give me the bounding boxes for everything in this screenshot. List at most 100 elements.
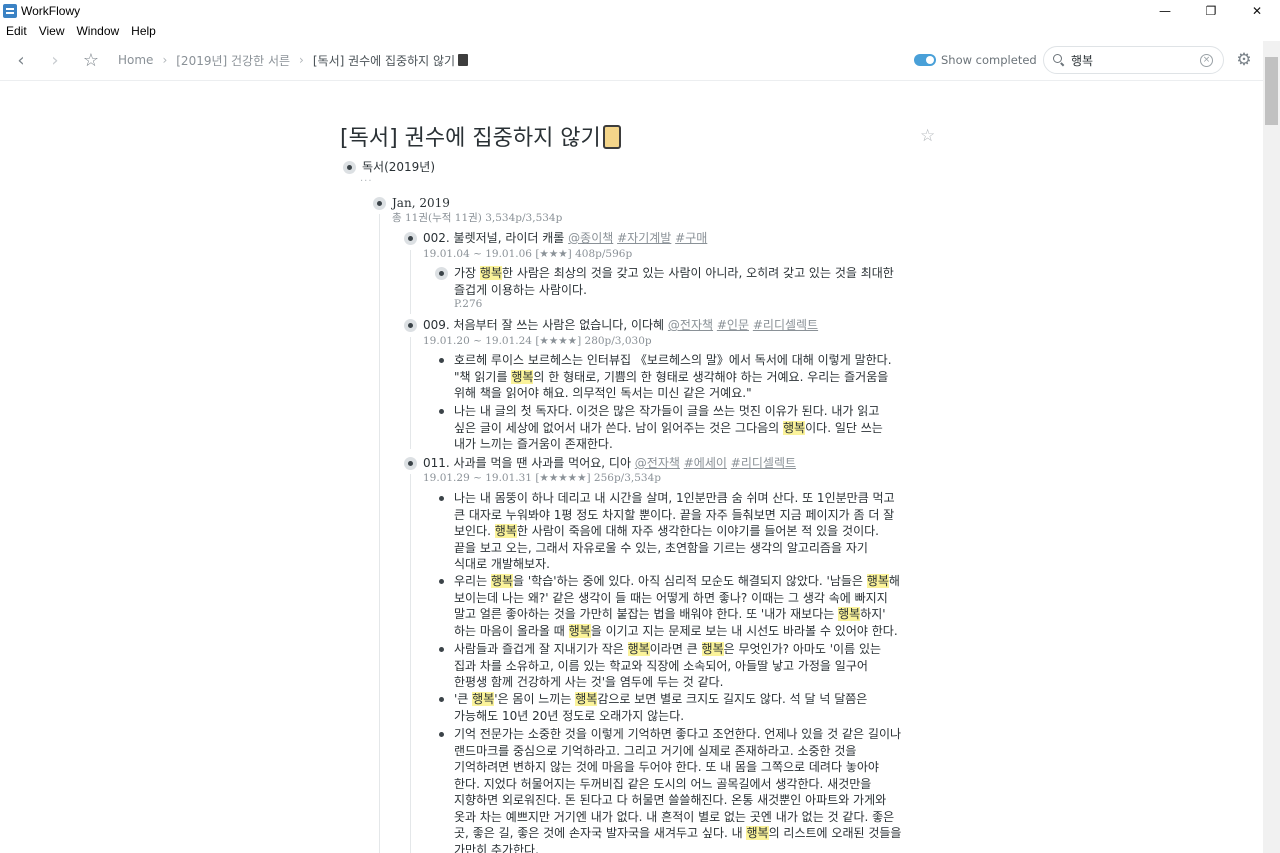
clear-search-icon[interactable]: × [1200, 54, 1213, 67]
bullet-icon[interactable] [439, 697, 444, 702]
bullet-icon[interactable] [404, 457, 417, 470]
quote-text: 이라면 큰 [649, 642, 702, 656]
search-highlight: 행복 [511, 369, 534, 384]
book-note[interactable]: 19.01.20 ~ 19.01.24 [★★★★] 280p/3,030p [423, 334, 652, 348]
outline-item-section[interactable]: 독서(2019년) [362, 159, 435, 176]
quote-item[interactable]: 나는 내 몸뚱이 하나 데리고 내 시간을 살며, 1인분만큼 숨 쉬며 산다.… [454, 490, 904, 573]
breadcrumb-current: [독서] 권수에 집중하지 않기 [312, 53, 456, 68]
breadcrumb-home[interactable]: Home [118, 53, 153, 67]
bullet-icon[interactable] [404, 232, 417, 245]
search-icon [1053, 54, 1065, 66]
menu-window[interactable]: Window [70, 24, 125, 38]
outline-item-book[interactable]: 009. 처음부터 잘 쓰는 사람은 없습니다, 이다혜 @전자책 #인문 #리… [423, 317, 818, 334]
quote-item[interactable]: 나는 내 글의 첫 독자다. 이것은 많은 작가들이 글을 쓰는 멋진 이유가 … [454, 403, 904, 453]
bullet-icon[interactable] [404, 319, 417, 332]
tag-link[interactable]: #구매 [675, 231, 707, 245]
back-arrow-icon[interactable]: ‹ [4, 45, 38, 75]
book-emoji-icon [602, 125, 621, 149]
bullet-icon[interactable] [439, 496, 444, 501]
search-highlight: 행복 [783, 420, 806, 435]
search-highlight: 행복 [746, 826, 769, 840]
outline-content: [독서] 권수에 집중하지 않기 ☆ 독서(2019년) ··· Jan, 20… [0, 82, 1262, 853]
search-highlight: 행복 [490, 574, 514, 588]
month-note[interactable]: 총 11권(누적 11권) 3,534p/3,534p [392, 211, 562, 225]
quote-item[interactable]: '큰 행복'은 몸이 느끼는 행복감으로 보면 별로 크지도 길지도 않다. 석… [454, 691, 904, 724]
quote-item[interactable]: 사람들과 즐겁게 잘 지내기가 작은 행복이라면 큰 행복은 무엇인가? 아마도… [454, 641, 904, 691]
quote-text: 사람들과 즐겁게 잘 지내기가 작은 [454, 642, 628, 656]
tag-link[interactable]: @전자책 [635, 456, 680, 470]
tag-link[interactable]: #에세이 [684, 456, 727, 470]
collapsed-notes-icon[interactable]: ··· [360, 176, 373, 187]
quote-text: 기억 전문가는 소중한 것을 이렇게 기억하면 좋다고 조언한다. 언제나 있을… [454, 727, 902, 840]
search-highlight: 행복 [627, 642, 650, 656]
show-completed-label: Show completed [941, 53, 1037, 67]
quote-text: 한 사람은 최상의 것을 갖고 있는 사람이 아니라, 오히려 갖고 있는 것을… [454, 266, 894, 297]
bullet-icon[interactable] [439, 579, 444, 584]
breadcrumb-separator-icon: › [299, 53, 304, 67]
book-title: 009. 처음부터 잘 쓰는 사람은 없습니다, 이다혜 [423, 318, 668, 332]
settings-gear-icon[interactable]: ⚙ [1235, 51, 1253, 69]
bullet-icon[interactable] [435, 267, 448, 280]
indent-guide [379, 214, 380, 853]
tag-link[interactable]: #자기계발 [617, 231, 671, 245]
bullet-icon[interactable] [439, 647, 444, 652]
menu-view[interactable]: View [33, 24, 71, 38]
book-title: 011. 사과를 먹을 땐 사과를 먹어요, 디아 [423, 456, 635, 470]
show-completed-toggle[interactable]: Show completed [914, 53, 1037, 67]
search-highlight: 행복 [472, 692, 495, 706]
vertical-scrollbar[interactable] [1263, 41, 1280, 853]
book-title: 002. 불렛저널, 라이더 캐롤 [423, 231, 569, 245]
search-input[interactable] [1071, 53, 1201, 67]
book-note[interactable]: 19.01.04 ~ 19.01.06 [★★★] 408p/596p [423, 247, 632, 261]
bullet-icon[interactable] [439, 358, 444, 363]
bullet-icon[interactable] [439, 732, 444, 737]
window-controls: — ❐ ✕ [1142, 0, 1280, 21]
quote-text: '큰 [454, 692, 473, 706]
star-icon[interactable]: ☆ [920, 126, 935, 146]
window-title: WorkFlowy [21, 3, 81, 18]
book-note[interactable]: 19.01.29 ~ 19.01.31 [★★★★★] 256p/3,534p [423, 471, 661, 485]
book-emoji-icon [458, 54, 469, 66]
quote-note[interactable]: P.276 [454, 297, 482, 311]
tag-link[interactable]: #리디셀렉트 [753, 318, 818, 332]
bullet-icon[interactable] [439, 409, 444, 414]
quote-text: 한 사람이 죽음에 대해 자주 생각한다는 이야기를 들어본 적 있을 것이다.… [454, 524, 879, 571]
quote-item[interactable]: 가장 행복한 사람은 최상의 것을 갖고 있는 사람이 아니라, 오히려 갖고 … [454, 265, 904, 298]
tag-link[interactable]: #리디셀렉트 [731, 456, 796, 470]
search-highlight: 행복 [494, 524, 517, 538]
minimize-button[interactable]: — [1142, 0, 1188, 21]
bullet-icon[interactable] [343, 161, 356, 174]
search-highlight: 행복 [575, 692, 598, 706]
page-title[interactable]: [독서] 권수에 집중하지 않기 [340, 120, 621, 152]
menu-help[interactable]: Help [125, 24, 162, 38]
tag-link[interactable]: @전자책 [668, 318, 713, 332]
indent-guide [410, 337, 411, 449]
menu-edit[interactable]: Edit [0, 24, 33, 38]
tag-link[interactable]: #인문 [717, 318, 749, 332]
close-button[interactable]: ✕ [1234, 0, 1280, 21]
breadcrumb-parent[interactable]: [2019년] 건강한 서른 [176, 52, 290, 69]
bullet-icon[interactable] [373, 197, 386, 210]
outline-item-book[interactable]: 011. 사과를 먹을 땐 사과를 먹어요, 디아 @전자책 #에세이 #리디셀… [423, 455, 796, 472]
toggle-switch[interactable] [914, 54, 936, 66]
tag-link[interactable]: @종이책 [568, 231, 613, 245]
outline-item-book[interactable]: 002. 불렛저널, 라이더 캐롤 @종이책 #자기계발 #구매 [423, 230, 707, 247]
maximize-button[interactable]: ❐ [1188, 0, 1234, 21]
scrollbar-thumb[interactable] [1265, 57, 1278, 125]
quote-text: 을 이기고 지는 문제로 보는 내 시선도 바라볼 수 있어야 한다. [590, 623, 898, 638]
search-highlight: 행복 [479, 266, 502, 280]
page-title-text: [독서] 권수에 집중하지 않기 [340, 126, 601, 151]
indent-guide [410, 474, 411, 853]
quote-text: 가장 [454, 266, 480, 280]
quote-item[interactable]: 호르헤 루이스 보르헤스는 인터뷰집 《보르헤스의 말》에서 독서에 대해 이렇… [454, 352, 904, 402]
quote-text: 을 '학습'하는 중에 있다. 아직 심리적 모순도 해결되지 않았다. '남들… [513, 574, 867, 588]
quote-item[interactable]: 기억 전문가는 소중한 것을 이렇게 기억하면 좋다고 조언한다. 언제나 있을… [454, 726, 904, 853]
search-box[interactable]: × [1043, 46, 1224, 74]
quote-item[interactable]: 우리는 행복을 '학습'하는 중에 있다. 아직 심리적 모순도 해결되지 않았… [454, 573, 904, 639]
forward-arrow-icon[interactable]: › [38, 45, 72, 75]
outline-item-month[interactable]: Jan, 2019 [392, 195, 450, 212]
star-icon[interactable]: ☆ [74, 45, 108, 75]
breadcrumb: Home › [2019년] 건강한 서른 › [독서] 권수에 집중하지 않기 [118, 52, 469, 69]
search-highlight: 행복 [838, 607, 861, 621]
breadcrumb-separator-icon: › [162, 53, 168, 67]
